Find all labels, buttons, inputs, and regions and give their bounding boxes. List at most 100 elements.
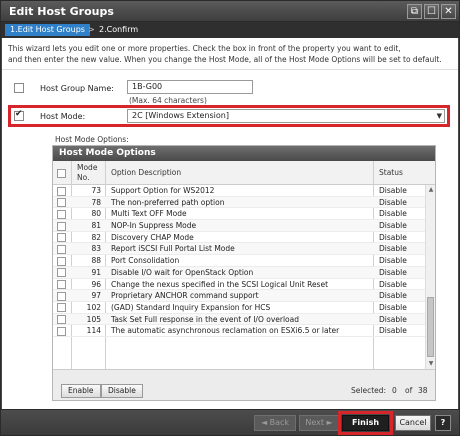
row-checkbox[interactable] (57, 326, 66, 336)
row-mode-no: 88 (91, 256, 101, 266)
host-mode-value: 2C [Windows Extension] (132, 111, 229, 120)
host-mode-select[interactable]: 2C [Windows Extension] ▼ (127, 109, 445, 123)
selected-count: 0 (392, 386, 397, 395)
column-option-description[interactable]: Option Description (111, 161, 181, 185)
select-all-checkbox[interactable] (57, 169, 66, 178)
table-footer: Enable Disable Selected: 0 of 38 (53, 369, 435, 400)
row-description: Change the nexus specified in the SCSI L… (111, 279, 329, 289)
row-mode-no: 78 (91, 197, 101, 207)
restore-icon[interactable]: ⧉ (407, 4, 422, 19)
host-group-name-hint: (Max. 64 characters) (129, 96, 207, 105)
row-status: Disable (379, 267, 407, 277)
disable-button[interactable]: Disable (101, 384, 143, 398)
total-count: 38 (418, 386, 428, 395)
row-status: Disable (379, 302, 407, 312)
row-checkbox[interactable] (57, 315, 66, 325)
table-row[interactable]: 81 NOP-In Suppress Mode Disable (53, 220, 425, 232)
scroll-down-icon[interactable]: ▼ (426, 359, 436, 369)
table-row[interactable]: 97 Proprietary ANCHOR command support Disa… (53, 290, 425, 302)
title-bar: Edit Host Groups ⧉ ☐ ✕ (1, 1, 459, 22)
dialog-title: Edit Host Groups (9, 5, 114, 18)
row-checkbox[interactable] (57, 244, 66, 254)
vertical-scrollbar[interactable]: ▲ ▼ (425, 185, 435, 369)
wizard-steps: 1.Edit Host Groups > 2.Confirm (1, 22, 459, 38)
row-description: Disable I/O wait for OpenStack Option (111, 267, 254, 277)
wizard-footer: ◄ Back Next ► Finish Cancel ? (1, 409, 459, 435)
row-status: Disable (379, 186, 407, 195)
row-mode-no: 83 (91, 244, 101, 254)
host-mode-label: Host Mode: (40, 112, 86, 121)
cancel-button[interactable]: Cancel (395, 415, 431, 431)
column-mode-line-1: Mode (77, 163, 98, 172)
row-description: Task Set Full response in the event of I… (111, 314, 299, 324)
host-mode-options-label: Host Mode Options: (55, 135, 129, 144)
wizard-content: This wizard lets you edit one or more pr… (2, 38, 458, 409)
row-mode-no: 82 (91, 232, 101, 242)
host-mode-options-rows: 73 Support Option for WS2012 Disable 78 The … (53, 185, 425, 369)
table-row[interactable]: 114 The automatic asynchronous reclamatio… (53, 325, 425, 337)
finish-button[interactable]: Finish (342, 415, 389, 431)
row-description: Support Option for WS2012 (111, 186, 215, 195)
row-mode-no: 91 (91, 267, 101, 277)
row-description: The non-preferred path option (111, 197, 225, 207)
column-mode-line-2: No. (77, 173, 90, 182)
row-checkbox[interactable] (57, 209, 66, 219)
maximize-icon[interactable]: ☐ (424, 4, 439, 19)
table-row[interactable]: 96 Change the nexus specified in the SCSI… (53, 279, 425, 291)
row-status: Disable (379, 209, 407, 219)
table-row[interactable]: 73 Support Option for WS2012 Disable (53, 185, 425, 197)
row-status: Disable (379, 291, 407, 301)
row-status: Disable (379, 314, 407, 324)
scroll-thumb[interactable] (427, 297, 434, 357)
help-icon[interactable]: ? (435, 415, 451, 431)
row-mode-no: 73 (91, 186, 101, 195)
table-row[interactable]: 78 The non-preferred path option Disable (53, 196, 425, 209)
table-row[interactable]: 83 Report iSCSI Full Portal List Mode Disa… (53, 243, 425, 256)
next-button[interactable]: Next ► (299, 415, 339, 431)
row-checkbox[interactable] (57, 280, 66, 289)
row-description: NOP-In Suppress Mode (111, 221, 197, 231)
table-row[interactable]: 88 Port Consolidation Disable (53, 255, 425, 267)
row-checkbox[interactable] (57, 233, 66, 243)
row-status: Disable (379, 244, 407, 254)
column-mode-no[interactable]: Mode No. (77, 161, 97, 185)
host-group-name-input[interactable]: 1B-G00 (127, 80, 253, 94)
host-mode-options-title: Host Mode Options (59, 148, 156, 158)
table-row[interactable]: 105 Task Set Full response in the event o… (53, 313, 425, 326)
close-icon[interactable]: ✕ (441, 4, 456, 19)
row-mode-no: 96 (91, 279, 101, 289)
instructions-line-1: This wizard lets you edit one or more pr… (8, 44, 401, 53)
host-group-name-checkbox[interactable] (14, 83, 24, 93)
row-checkbox[interactable] (57, 303, 66, 313)
divider (2, 69, 458, 70)
row-description: Discovery CHAP Mode (111, 232, 194, 242)
edit-host-groups-dialog: Edit Host Groups ⧉ ☐ ✕ 1.Edit Host Group… (0, 0, 460, 436)
row-status: Disable (379, 326, 407, 336)
table-row[interactable]: 91 Disable I/O wait for OpenStack Option D… (53, 266, 425, 279)
row-status: Disable (379, 221, 407, 231)
row-checkbox[interactable] (57, 221, 66, 231)
host-mode-options-panel: Host Mode Options Mode No. Option Descri… (52, 145, 436, 401)
enable-button[interactable]: Enable (61, 384, 101, 398)
dropdown-arrow-icon: ▼ (436, 112, 442, 120)
row-checkbox[interactable] (57, 198, 66, 208)
table-row[interactable]: 82 Discovery CHAP Mode Disable (53, 232, 425, 244)
row-description: Port Consolidation (111, 256, 180, 266)
row-checkbox[interactable] (57, 268, 66, 278)
scroll-up-icon[interactable]: ▲ (426, 185, 436, 195)
row-description: Multi Text OFF Mode (111, 209, 187, 219)
row-checkbox[interactable] (57, 186, 66, 196)
table-row[interactable]: 102 (GAD) Standard Inquiry Expansion for … (53, 302, 425, 314)
table-row[interactable]: 80 Multi Text OFF Mode Disable (53, 208, 425, 221)
step-confirm: 2.Confirm (99, 25, 139, 34)
column-status[interactable]: Status (379, 161, 403, 185)
row-mode-no: 102 (86, 302, 101, 312)
row-checkbox[interactable] (57, 256, 66, 266)
row-status: Disable (379, 197, 407, 207)
row-description: The automatic asynchronous reclamation o… (111, 326, 340, 336)
row-checkbox[interactable] (57, 291, 66, 301)
back-button[interactable]: ◄ Back (254, 415, 296, 431)
host-mode-checkbox[interactable] (14, 109, 24, 121)
instructions: This wizard lets you edit one or more pr… (8, 43, 448, 65)
instructions-line-2: and then enter the new value. When you c… (8, 55, 442, 64)
